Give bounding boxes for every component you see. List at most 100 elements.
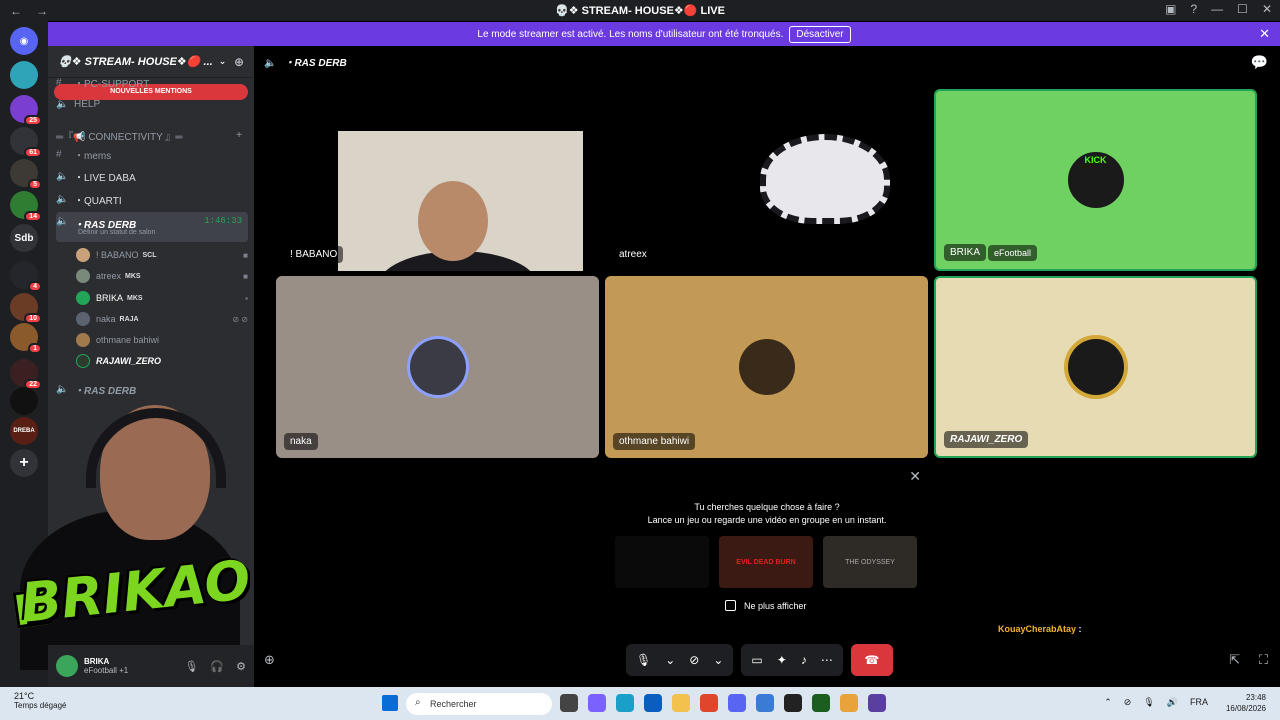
voice-user[interactable]: atreex MKS ■ [76,266,248,286]
avatar [1067,339,1124,395]
camera-icon: ■ [243,271,248,281]
voice-user[interactable]: BRIKA MKS ▪ [76,288,248,308]
user-panel: BRIKA eFootball +1 🎙 🎧 ⚙ [48,645,254,687]
windows-taskbar: 21°C Temps dégagé ⌕ Rechercher ⌃ ⊘ 🎙 🔊 FR… [0,687,1280,720]
close-icon[interactable]: ✕ [909,468,921,485]
add-member-icon[interactable]: ⊕ [234,55,244,69]
video-tile-othmane[interactable]: othmane bahiwi [605,276,928,458]
server-icon-2[interactable]: 25 [10,95,42,126]
server-icon-4[interactable]: 5 [10,159,42,190]
server-sdb[interactable]: Sdb [10,224,38,252]
more-icon[interactable]: ⋯ [821,653,833,667]
app-icon[interactable] [784,694,802,712]
headset-icon[interactable]: 🎧 [210,660,224,673]
network-icon[interactable]: ⊘ [1124,697,1132,708]
camera-off-icon[interactable]: ⊘ [689,653,699,667]
voice-user[interactable]: othmane bahiwi [76,330,248,350]
volume-icon[interactable]: 🔊 [1167,697,1178,708]
fullscreen-icon[interactable]: ⛶ [1259,652,1268,668]
taskbar-apps [560,694,886,712]
voice-user[interactable]: naka RAJA ⊘ ⊘ [76,309,248,329]
video-tile-babano[interactable]: ! BABANO [276,89,599,271]
avatar [409,339,466,395]
edge-icon[interactable] [616,694,634,712]
activity-pill[interactable]: eFootball [988,245,1038,261]
server-icon-3[interactable]: 61 [10,127,42,158]
voice-user[interactable]: ! BABANO SCL ■ [76,245,248,265]
avatar [738,339,795,395]
channel-mems[interactable]: # ・mems [56,144,248,164]
maximize-icon[interactable]: ☐ [1237,2,1248,16]
app-icon[interactable] [868,694,886,712]
activity-card[interactable]: EVIL DEAD BURN [719,536,813,588]
server-icon-1[interactable] [10,61,38,89]
category-connectivity[interactable]: ═『📢 CONNECTIVITY 』═ + [56,125,248,145]
server-icon-6[interactable]: 4 [10,261,42,292]
chat-bubble-icon[interactable]: 💬 [1251,54,1268,71]
server-icon-7[interactable]: 10 [10,293,42,324]
discord-home-icon[interactable]: ◉ [10,27,38,55]
invite-icon[interactable]: ⊕ [264,652,275,668]
close-window-icon[interactable]: ✕ [1262,2,1272,16]
add-channel-icon[interactable]: + [236,130,242,141]
muted-icon: ⊘ ⊘ [232,314,248,324]
disable-streamer-button[interactable]: Désactiver [789,25,851,43]
disconnect-button[interactable]: ☎ [850,644,893,676]
search-icon: ⌕ [415,697,421,708]
activity-card[interactable]: THE ODYSSEY [823,536,917,588]
popout-icon[interactable]: ⇱ [1229,652,1240,668]
video-tile-atreex[interactable]: atreex [605,89,928,271]
discord-taskbar-icon[interactable] [728,694,746,712]
video-tile-naka[interactable]: naka [276,276,599,458]
activities-icon[interactable]: ✦ [777,653,787,667]
banner-text: Le mode streamer est activé. Les noms d'… [477,28,784,40]
chevron-down-icon[interactable]: ⌄ [665,653,675,667]
inbox-icon[interactable]: ▣ [1165,2,1176,16]
taskbar-search[interactable]: ⌕ Rechercher [406,693,552,715]
camera-feed [760,134,890,224]
voice-stage: 🔈 ・RAS DERB 💬 ! BABANO atreex KICK BRIKA … [254,46,1280,687]
video-tile-rajawi[interactable]: RAJAWI_ZERO [934,276,1257,458]
activity-suggestion-panel: ✕ Tu cherches quelque chose à faire ? La… [605,462,929,644]
app-icon[interactable] [812,694,830,712]
streamer-webcam-overlay: K BRIKAO [0,390,250,680]
store-icon[interactable] [644,694,662,712]
avatar[interactable] [56,655,78,677]
chrome-icon[interactable] [840,694,858,712]
microphone-icon[interactable]: 🎙 [184,660,198,673]
server-icon-9[interactable]: 22 [10,359,42,390]
weather-widget[interactable]: 21°C Temps dégagé [14,691,66,710]
channel-pc-support[interactable]: # ・PC-SUPPORT [56,72,248,92]
server-icon-8[interactable]: 1 [10,323,42,354]
settings-gear-icon[interactable]: ⚙ [236,660,246,673]
chevron-down-icon[interactable]: ⌄ [713,653,723,667]
soundboard-icon[interactable]: ♪ [801,653,807,667]
explorer-icon[interactable] [672,694,690,712]
channel-live-daba[interactable]: 🔈 ・LIVE DABA [56,166,248,186]
channel-status[interactable]: Définir un statut de salon [78,229,155,236]
activity-card[interactable] [615,536,709,588]
task-view-icon[interactable] [560,694,578,712]
server-icon-5[interactable]: 14 [10,191,42,222]
activity-icon: ▪ [245,293,248,303]
video-tile-brika[interactable]: KICK BRIKA eFootball [934,89,1257,271]
microphone-icon[interactable]: 🎙 [636,653,651,667]
language-indicator[interactable]: FRA [1190,697,1208,708]
chevron-up-icon[interactable]: ⌃ [1104,697,1112,708]
screen-share-icon[interactable]: ▭ [751,653,762,667]
channel-help[interactable]: 🔈 HELP [56,94,248,114]
headphones-icon [86,408,226,488]
help-icon[interactable]: ? [1190,2,1197,16]
app-icon[interactable] [756,694,774,712]
clock[interactable]: 23:48 16/08/2026 [1226,692,1266,714]
voice-user[interactable]: RAJAWI_ZERO [76,351,248,371]
banner-close-icon[interactable]: ✕ [1259,26,1270,42]
mic-tray-icon[interactable]: 🎙 [1143,697,1154,708]
windows-start-icon[interactable] [382,695,398,711]
copilot-icon[interactable] [588,694,606,712]
channel-quarti[interactable]: 🔈 ・QUARTI [56,189,248,209]
dont-show-checkbox[interactable]: Ne plus afficher [725,600,806,611]
channel-ras-derb-active[interactable]: 🔈 ・RAS DERB 1:46:33 Définir un statut de… [56,212,248,242]
brave-icon[interactable] [700,694,718,712]
minimize-icon[interactable]: — [1211,2,1223,16]
